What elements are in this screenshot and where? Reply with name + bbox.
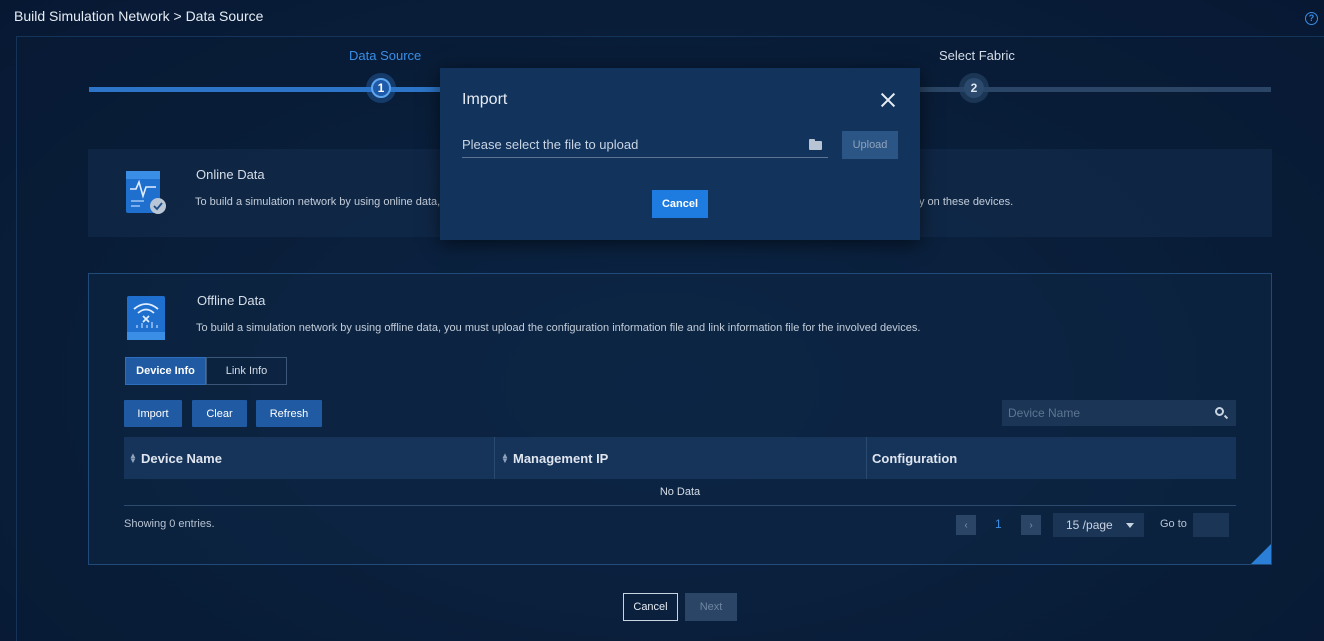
column-device-name-label: Device Name (141, 450, 222, 466)
stepper-track-done (89, 87, 381, 92)
step-number-2: 2 (964, 78, 984, 98)
step-label-data-source: Data Source (349, 48, 422, 63)
chevron-right-icon: › (1029, 519, 1033, 531)
monitor-check-icon (126, 171, 166, 214)
device-name-search[interactable]: Device Name (1002, 400, 1236, 426)
goto-page-input[interactable] (1193, 513, 1229, 537)
online-data-description: To build a simulation network by using o… (195, 196, 447, 208)
column-management-ip[interactable]: ▲ ▼ Management IP (501, 437, 608, 479)
file-select-placeholder: Please select the file to upload (462, 137, 639, 152)
step-dot-1: 1 (366, 73, 396, 103)
current-page[interactable]: 1 (995, 517, 1002, 531)
footer-cancel-button[interactable]: Cancel (623, 593, 678, 621)
step-label-select-fabric: Select Fabric (939, 48, 1015, 63)
wifi-device-icon (127, 296, 165, 340)
column-configuration: Configuration (872, 450, 958, 466)
folder-icon[interactable] (809, 139, 822, 150)
online-data-title: Online Data (196, 167, 265, 182)
upload-button[interactable]: Upload (842, 131, 898, 159)
online-data-description-tail: ctly on these devices. (908, 196, 1014, 208)
prev-page-button[interactable]: ‹ (956, 515, 976, 535)
offline-data-description: To build a simulation network by using o… (196, 322, 921, 334)
search-icon[interactable] (1215, 407, 1224, 416)
page-size-value: 15 /page (1066, 518, 1113, 532)
column-separator (494, 437, 495, 479)
tab-link-info[interactable]: Link Info (206, 357, 287, 385)
column-separator (866, 437, 867, 479)
import-dialog: Import Please select the file to upload … (440, 68, 920, 240)
caret-down-icon (1126, 523, 1134, 528)
tab-device-info[interactable]: Device Info (125, 357, 206, 385)
sort-icon[interactable]: ▲ ▼ (501, 452, 509, 465)
import-button[interactable]: Import (124, 400, 182, 427)
page-size-select[interactable]: 15 /page (1053, 513, 1144, 537)
offline-data-title: Offline Data (197, 293, 266, 308)
resize-corner-icon[interactable] (1251, 544, 1271, 564)
entries-count: Showing 0 entries. (124, 518, 215, 530)
column-management-ip-label: Management IP (513, 450, 609, 466)
file-select-field[interactable]: Please select the file to upload (462, 132, 828, 158)
goto-label: Go to (1160, 518, 1187, 530)
help-icon[interactable]: ? (1305, 12, 1318, 25)
table-empty-state: No Data (124, 479, 1236, 506)
close-icon[interactable] (880, 92, 896, 108)
step-number-1: 1 (371, 78, 391, 98)
search-input[interactable]: Device Name (1008, 406, 1080, 420)
column-device-name[interactable]: ▲ ▼ Device Name (129, 437, 222, 479)
table-header: ▲ ▼ Device Name ▲ ▼ Management IP Configurat… (124, 437, 1236, 479)
refresh-button[interactable]: Refresh (256, 400, 322, 427)
dialog-title: Import (462, 91, 508, 108)
breadcrumb: Build Simulation Network > Data Source (14, 8, 264, 24)
offline-data-card[interactable]: Offline Data To build a simulation netwo… (88, 273, 1272, 565)
chevron-left-icon: ‹ (964, 519, 968, 531)
step-dot-2: 2 (959, 73, 989, 103)
clear-button[interactable]: Clear (192, 400, 247, 427)
next-page-button[interactable]: › (1021, 515, 1041, 535)
footer-next-button[interactable]: Next (685, 593, 737, 621)
dialog-cancel-button[interactable]: Cancel (652, 190, 708, 218)
sort-icon[interactable]: ▲ ▼ (129, 452, 137, 465)
